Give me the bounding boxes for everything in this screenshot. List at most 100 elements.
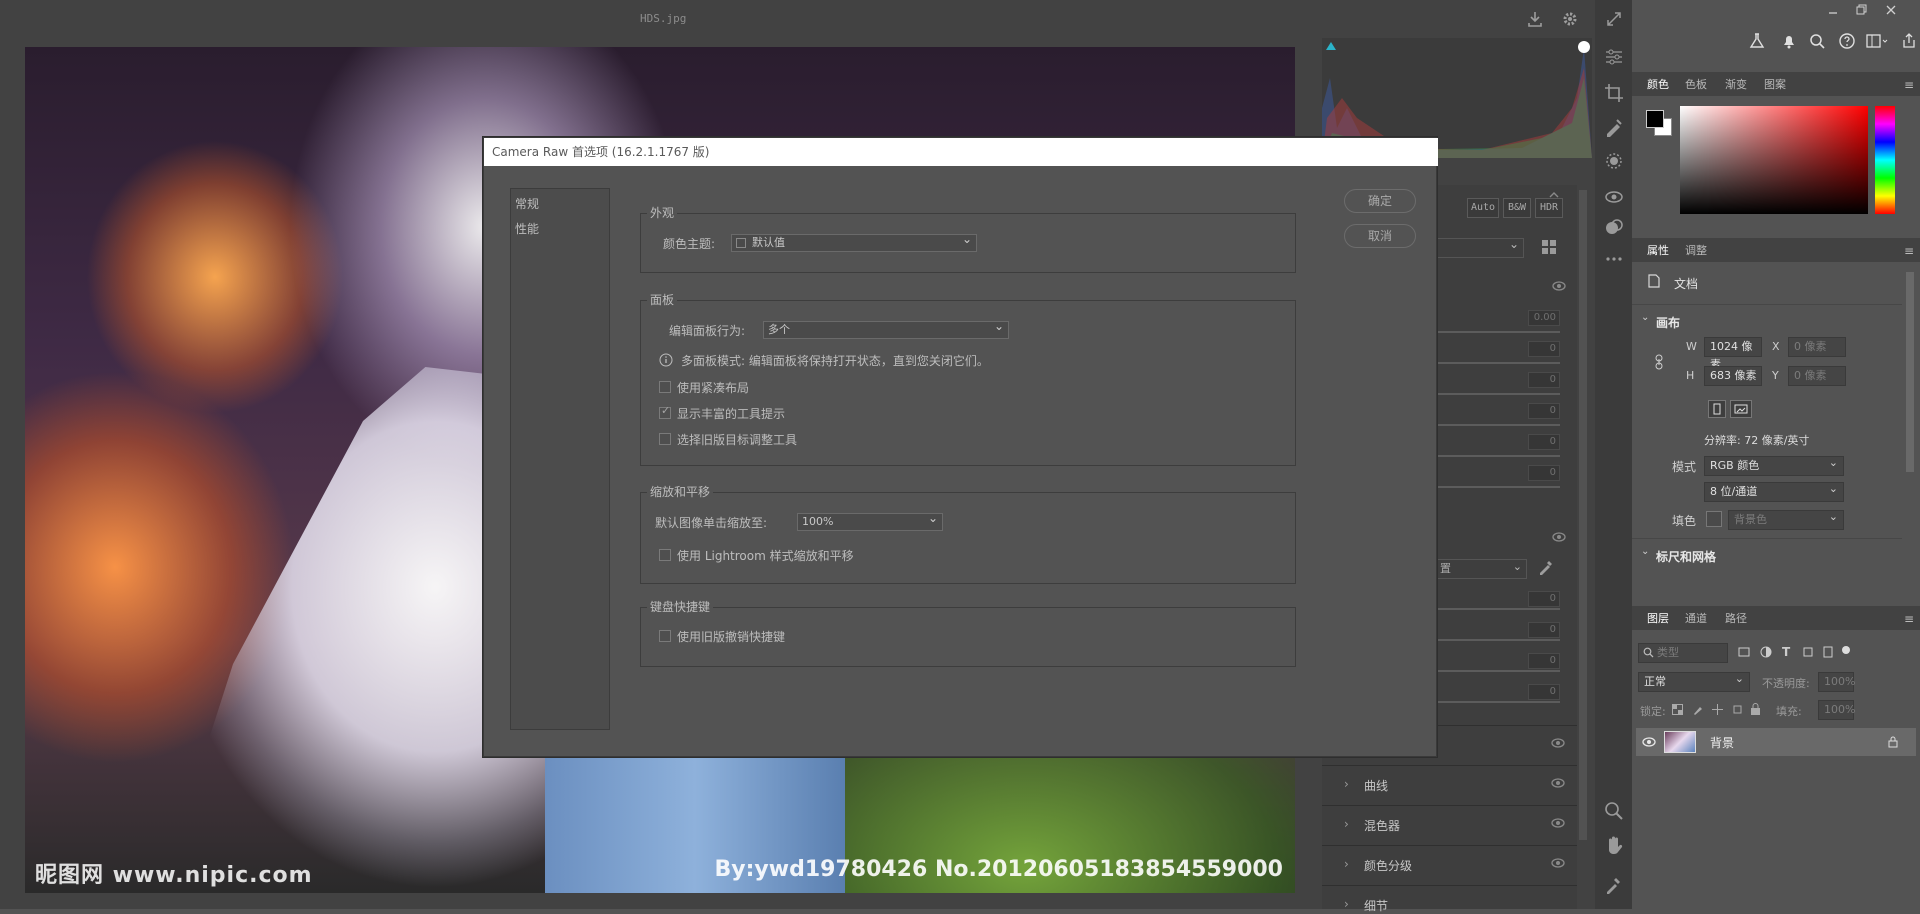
slider[interactable] xyxy=(1420,362,1560,364)
lock-artboard-icon[interactable] xyxy=(1732,704,1743,715)
color-theme-select[interactable]: 默认值 xyxy=(731,231,977,252)
nav-item-performance[interactable]: 性能 xyxy=(515,220,539,237)
layer-filter-select[interactable]: 类型 xyxy=(1638,643,1728,663)
chevron-down-icon[interactable]: ⌄ xyxy=(1641,546,1649,557)
hue-slider[interactable] xyxy=(1875,106,1895,214)
slider[interactable] xyxy=(1420,701,1560,703)
panel-menu-icon[interactable]: ≡ xyxy=(1904,612,1914,626)
slider[interactable] xyxy=(1420,455,1560,457)
slider[interactable] xyxy=(1420,331,1560,333)
panel-behavior-select[interactable]: 多个 xyxy=(763,318,1009,339)
height-input[interactable]: 683 像素 xyxy=(1704,366,1762,386)
more-icon[interactable] xyxy=(1603,248,1625,270)
bw-button[interactable]: B&W xyxy=(1503,198,1531,218)
slider-value[interactable]: 0 xyxy=(1528,684,1560,700)
slider-value[interactable]: 0 xyxy=(1528,434,1560,450)
lock-all-icon[interactable] xyxy=(1750,703,1761,715)
fill-swatch[interactable] xyxy=(1706,511,1722,527)
nav-item-general[interactable]: 常规 xyxy=(515,195,539,212)
eye-icon[interactable] xyxy=(1551,858,1565,868)
slider[interactable] xyxy=(1420,393,1560,395)
gear-icon[interactable] xyxy=(1561,10,1579,28)
slider[interactable] xyxy=(1420,486,1560,488)
eyedropper-icon[interactable] xyxy=(1537,558,1555,576)
depth-select[interactable]: 8 位/通道 xyxy=(1704,480,1844,502)
restore-icon[interactable] xyxy=(1854,3,1868,17)
blend-mode-select[interactable]: 正常 xyxy=(1638,670,1750,692)
profile-browser-icon[interactable] xyxy=(1541,239,1557,255)
slider-value[interactable]: 0 xyxy=(1528,653,1560,669)
color-field[interactable] xyxy=(1680,106,1868,214)
slider-value[interactable]: 0 xyxy=(1528,403,1560,419)
slider-value[interactable]: 0.00 xyxy=(1528,310,1560,326)
color-eye-icon[interactable] xyxy=(1552,532,1566,542)
tab-layers[interactable]: 图层 xyxy=(1647,610,1669,626)
tab-properties[interactable]: 属性 xyxy=(1647,242,1669,258)
legacy-target-checkbox[interactable] xyxy=(659,433,671,445)
redeye-icon[interactable] xyxy=(1603,186,1625,208)
heal-icon[interactable] xyxy=(1603,116,1625,138)
fill-input[interactable]: 100% xyxy=(1818,700,1855,720)
slider-value[interactable]: 0 xyxy=(1528,622,1560,638)
panel-menu-icon[interactable]: ≡ xyxy=(1904,244,1914,258)
edit-sliders-icon[interactable] xyxy=(1603,46,1625,68)
white-balance-select[interactable]: 置 ⌄ xyxy=(1437,559,1527,579)
pixel-filter-icon[interactable] xyxy=(1738,646,1750,658)
cancel-button[interactable]: 取消 xyxy=(1344,224,1416,248)
tab-color[interactable]: 颜色 xyxy=(1647,76,1669,92)
eye-icon[interactable] xyxy=(1551,778,1565,788)
section-color-grading[interactable]: › 颜色分级 xyxy=(1322,845,1577,883)
layer-lock-icon[interactable] xyxy=(1888,736,1898,748)
link-icon[interactable] xyxy=(1654,354,1664,370)
landscape-icon[interactable] xyxy=(1730,400,1752,418)
visibility-eye-icon[interactable] xyxy=(1642,737,1656,747)
mask-icon[interactable] xyxy=(1603,150,1625,172)
slider[interactable] xyxy=(1420,424,1560,426)
chevron-down-icon[interactable]: ⌄ xyxy=(1641,312,1649,323)
crop-icon[interactable] xyxy=(1603,82,1625,104)
filter-toggle-icon[interactable] xyxy=(1842,646,1850,654)
tab-patterns[interactable]: 图案 xyxy=(1764,76,1786,92)
tab-channels[interactable]: 通道 xyxy=(1685,610,1707,626)
ok-button[interactable]: 确定 xyxy=(1344,189,1416,213)
layer-row[interactable]: 背景 xyxy=(1636,728,1916,756)
x-input[interactable]: 0 像素 xyxy=(1788,337,1846,357)
close-icon[interactable] xyxy=(1884,3,1898,17)
sampler-icon[interactable] xyxy=(1603,874,1625,896)
tab-swatches[interactable]: 色板 xyxy=(1685,76,1707,92)
lightroom-zoom-checkbox[interactable] xyxy=(659,549,671,561)
type-filter-icon[interactable]: T xyxy=(1782,645,1790,659)
hand-icon[interactable] xyxy=(1603,834,1625,856)
rich-tooltips-checkbox[interactable] xyxy=(659,404,671,419)
tab-adjustments[interactable]: 调整 xyxy=(1685,242,1707,258)
slider[interactable] xyxy=(1420,670,1560,672)
tab-paths[interactable]: 路径 xyxy=(1725,610,1747,626)
opacity-input[interactable]: 100% xyxy=(1818,672,1855,692)
slider-value[interactable]: 0 xyxy=(1528,591,1560,607)
zoom-icon[interactable] xyxy=(1603,800,1625,822)
slider[interactable] xyxy=(1420,639,1560,641)
adjust-filter-icon[interactable] xyxy=(1760,646,1772,658)
workspace-icon[interactable] xyxy=(1866,32,1888,50)
presets-icon[interactable] xyxy=(1603,216,1625,238)
save-icon[interactable] xyxy=(1526,10,1544,28)
panel-menu-icon[interactable]: ≡ xyxy=(1904,78,1914,92)
tab-gradients[interactable]: 渐变 xyxy=(1725,76,1747,92)
section-color-mixer[interactable]: › 混色器 xyxy=(1322,805,1577,843)
slider-value[interactable]: 0 xyxy=(1528,341,1560,357)
share-icon[interactable] xyxy=(1900,32,1918,50)
auto-button[interactable]: Auto xyxy=(1467,198,1499,218)
layer-name[interactable]: 背景 xyxy=(1710,734,1734,751)
lock-pixels-icon[interactable] xyxy=(1692,704,1703,715)
help-icon[interactable] xyxy=(1838,32,1856,50)
eye-icon[interactable] xyxy=(1551,738,1565,748)
default-zoom-select[interactable]: 100% xyxy=(797,510,943,531)
hdr-button[interactable]: HDR xyxy=(1535,198,1563,218)
fill-select[interactable]: 背景色 xyxy=(1728,508,1844,530)
bell-icon[interactable] xyxy=(1780,32,1798,50)
lock-position-icon[interactable] xyxy=(1712,704,1723,715)
slider[interactable] xyxy=(1420,608,1560,610)
portrait-icon[interactable] xyxy=(1708,400,1726,418)
slider-value[interactable]: 0 xyxy=(1528,465,1560,481)
smart-filter-icon[interactable] xyxy=(1822,646,1834,658)
